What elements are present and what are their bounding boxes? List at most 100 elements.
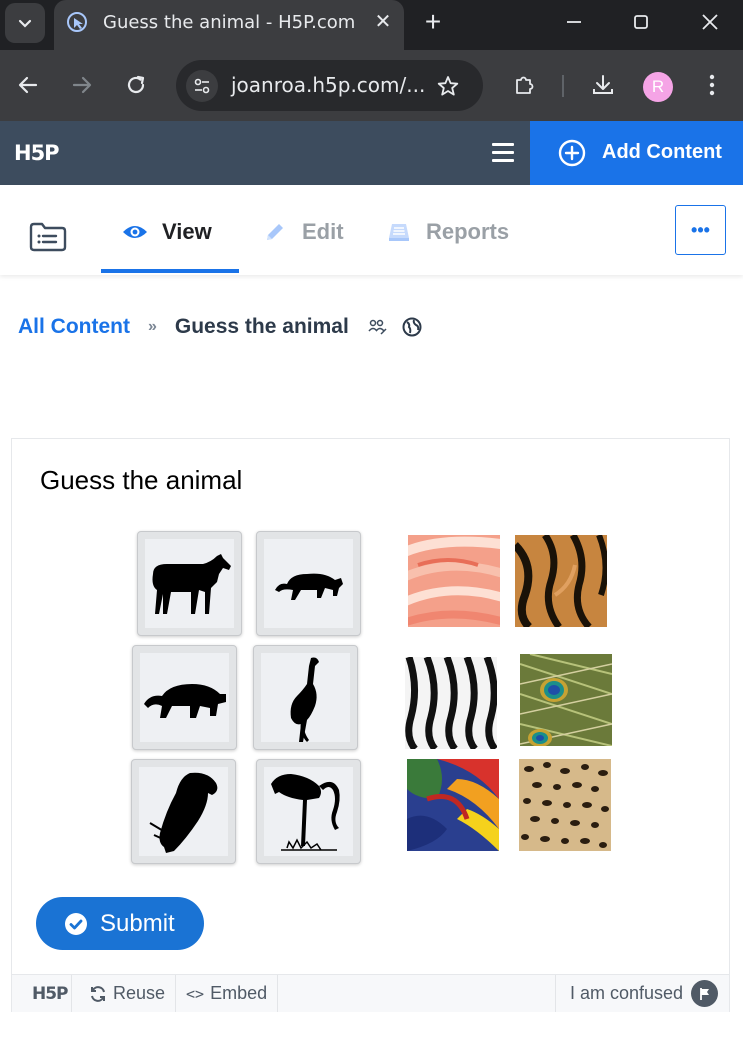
dropzone-peacock-feathers[interactable] <box>520 654 612 746</box>
download-icon <box>593 75 613 94</box>
tab-edit-label: Edit <box>302 219 344 244</box>
tab-title: Guess the animal - H5P.com <box>103 12 356 33</box>
peacock-feather-texture <box>520 654 612 746</box>
draggable-parrot[interactable] <box>131 759 236 864</box>
content-tabs-bar: View Edit Reports ••• <box>0 185 743 275</box>
reuse-button[interactable]: Reuse <box>72 975 176 1012</box>
reload-icon <box>127 75 145 94</box>
arrow-right-icon <box>72 76 92 94</box>
tab-reports[interactable]: Reports <box>386 215 509 249</box>
star-icon <box>437 76 459 96</box>
submit-label: Submit <box>100 909 175 937</box>
back-button[interactable] <box>11 68 45 102</box>
draggable-peacock[interactable] <box>253 645 358 750</box>
question-title: Guess the animal <box>40 465 243 495</box>
close-icon <box>702 14 718 30</box>
reuse-icon <box>91 985 105 1002</box>
folder-icon[interactable] <box>28 221 68 253</box>
submit-button[interactable]: Submit <box>36 897 204 950</box>
tab-close-icon[interactable]: ✕ <box>370 9 396 35</box>
maximize-icon <box>634 15 648 29</box>
minimize-icon <box>567 21 581 23</box>
breadcrumb-current: Guess the animal <box>174 315 349 338</box>
code-icon: <> <box>186 984 205 1003</box>
h5p-header: H5P Add Content <box>0 121 743 185</box>
flamingo-silhouette-icon <box>270 773 340 851</box>
dropzone-zebra-stripes[interactable] <box>405 657 497 749</box>
embed-label: Embed <box>210 983 268 1003</box>
address-bar[interactable]: joanroa.h5p.com/... <box>176 60 483 111</box>
confusion-button[interactable]: I am confused <box>555 975 729 1012</box>
downloads-button[interactable] <box>586 68 620 102</box>
h5p-favicon-icon <box>67 12 87 32</box>
plus-circle-icon <box>558 139 586 167</box>
minimize-button[interactable] <box>543 0 605 44</box>
hamburger-menu-icon[interactable] <box>492 143 514 163</box>
dropzone-flamingo-feathers[interactable] <box>408 535 500 627</box>
draggable-horse[interactable] <box>137 531 242 636</box>
flamingo-feather-texture <box>408 535 500 627</box>
embed-button[interactable]: <> Embed <box>176 975 278 1012</box>
arrow-left-icon <box>18 76 38 94</box>
shared-users-icon <box>367 316 389 338</box>
tune-icon <box>194 78 210 94</box>
toolbar-divider <box>562 75 564 97</box>
confused-label: I am confused <box>570 983 684 1003</box>
active-tab-indicator <box>101 269 239 273</box>
reports-icon <box>386 221 412 243</box>
zebra-stripes-texture <box>405 657 497 749</box>
draggable-tiger[interactable] <box>132 645 237 750</box>
tab-view[interactable]: View <box>122 215 212 249</box>
profile-avatar[interactable]: R <box>643 72 673 102</box>
browser-tabstrip: Guess the animal - H5P.com ✕ + <box>0 0 743 50</box>
h5p-logo[interactable]: H5P <box>14 141 60 165</box>
tiger-silhouette-icon <box>143 683 226 718</box>
extensions-button[interactable] <box>507 68 541 102</box>
peacock-silhouette-icon <box>290 657 319 742</box>
h5p-footer: H5P Reuse <> Embed I am confused <box>12 974 729 1012</box>
breadcrumb-separator: » <box>147 318 157 335</box>
check-circle-icon <box>65 912 87 935</box>
add-content-button[interactable]: Add Content <box>530 121 743 185</box>
dropzone-leopard-spots[interactable] <box>519 759 611 851</box>
tab-edit[interactable]: Edit <box>262 215 344 249</box>
flag-icon <box>691 980 719 1007</box>
draggable-flamingo[interactable] <box>256 759 361 864</box>
dropzone-parrot-feathers[interactable] <box>407 759 499 851</box>
more-options-button[interactable]: ••• <box>675 205 726 255</box>
eye-icon <box>122 221 148 243</box>
chevron-down-icon <box>18 19 32 28</box>
draggable-panther[interactable] <box>256 531 361 636</box>
tab-view-label: View <box>162 219 212 244</box>
horse-silhouette-icon <box>152 553 231 614</box>
url-text: joanroa.h5p.com/... <box>231 73 426 97</box>
browser-toolbar: joanroa.h5p.com/... R <box>0 50 743 121</box>
new-tab-button[interactable]: + <box>418 6 448 38</box>
tab-reports-label: Reports <box>426 219 510 244</box>
close-window-button[interactable] <box>679 0 741 44</box>
puzzle-icon <box>516 76 534 94</box>
kebab-menu-icon <box>709 74 715 96</box>
bookmark-button[interactable] <box>434 72 462 100</box>
browser-menu-button[interactable] <box>695 68 729 102</box>
forward-button[interactable] <box>65 68 99 102</box>
breadcrumb: All Content » Guess the animal <box>18 314 423 340</box>
parrot-silhouette-icon <box>148 772 217 853</box>
dropzone-tiger-fur[interactable] <box>515 535 607 627</box>
site-info-button[interactable] <box>186 70 218 102</box>
tab-search-button[interactable] <box>5 3 45 43</box>
h5p-content-frame: Guess the animal Submit H5P Reuse <> Emb… <box>11 438 730 1012</box>
breadcrumb-all-content[interactable]: All Content <box>18 315 130 339</box>
globe-icon <box>401 316 423 338</box>
add-content-label: Add Content <box>602 141 722 163</box>
leopard-spots-texture <box>519 759 611 851</box>
reload-button[interactable] <box>119 68 153 102</box>
panther-silhouette-icon <box>274 573 343 600</box>
parrot-feather-texture <box>407 759 499 851</box>
reuse-label: Reuse <box>113 983 166 1003</box>
tiger-fur-texture <box>515 535 607 627</box>
pencil-icon <box>262 221 288 243</box>
maximize-button[interactable] <box>610 0 672 44</box>
browser-tab-active[interactable]: Guess the animal - H5P.com ✕ <box>54 0 404 50</box>
footer-h5p-logo[interactable]: H5P <box>12 975 72 1012</box>
